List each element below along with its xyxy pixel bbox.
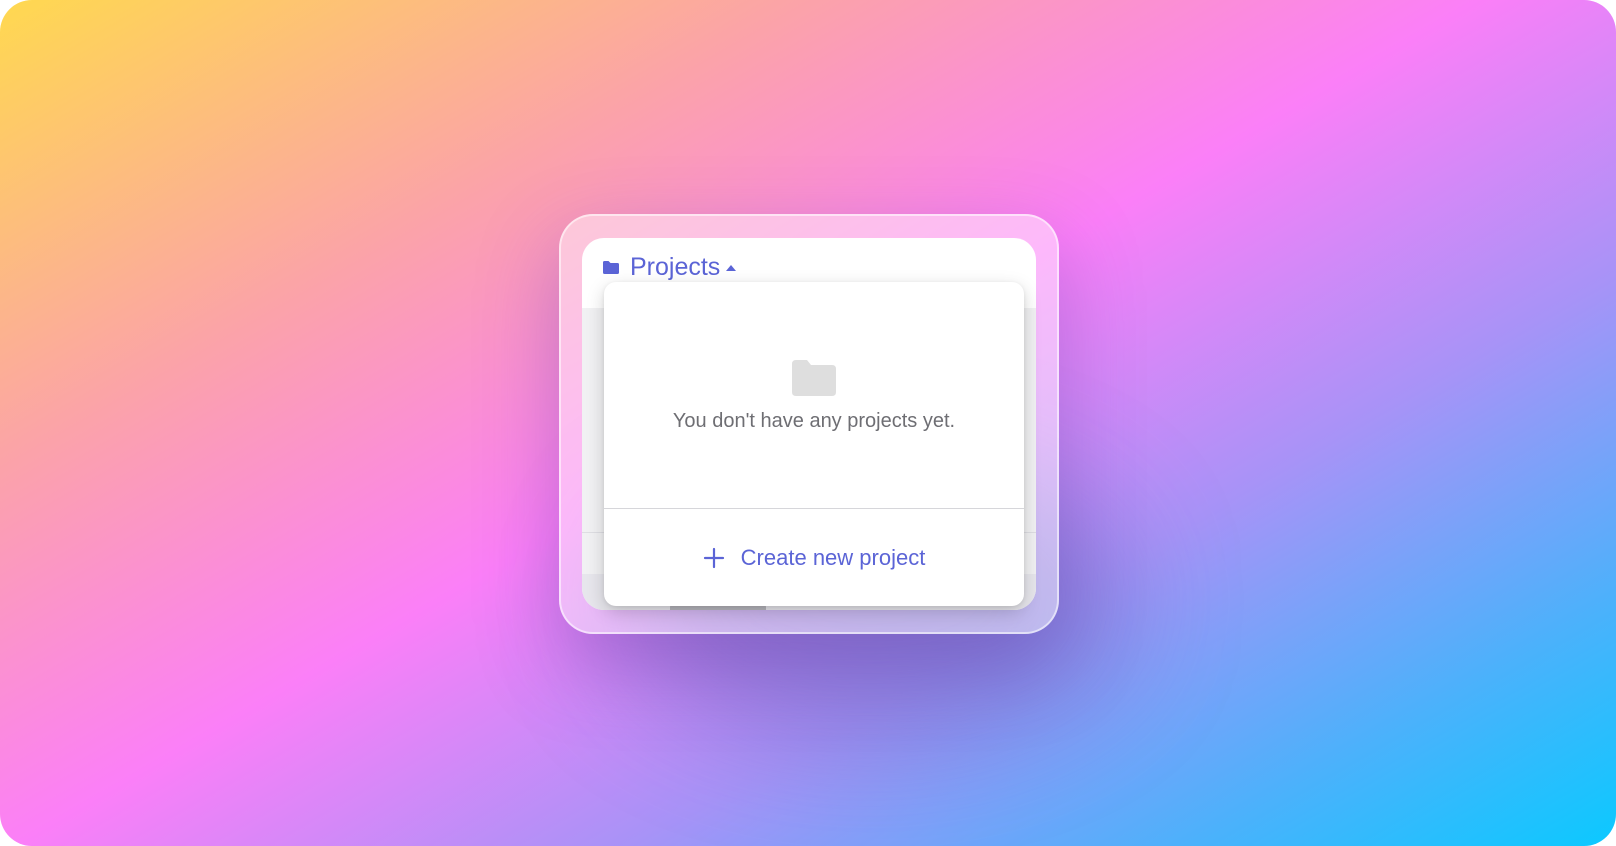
- empty-state: You don't have any projects yet.: [604, 282, 1024, 508]
- empty-state-message: You don't have any projects yet.: [672, 410, 956, 432]
- create-new-project-label: Create new project: [740, 544, 926, 570]
- folder-icon: [603, 260, 619, 274]
- projects-dropdown: You don't have any projects yet. Create …: [604, 282, 1024, 606]
- create-new-project-button[interactable]: Create new project: [604, 509, 1024, 606]
- folder-icon: [792, 360, 836, 396]
- projects-menu-toggle[interactable]: Projects: [602, 252, 737, 282]
- projects-title: Projects: [630, 253, 721, 281]
- background-canvas: Projects You don't have any projects yet…: [0, 0, 1616, 846]
- caret-up-icon: [726, 265, 737, 271]
- plus-icon: [703, 547, 724, 568]
